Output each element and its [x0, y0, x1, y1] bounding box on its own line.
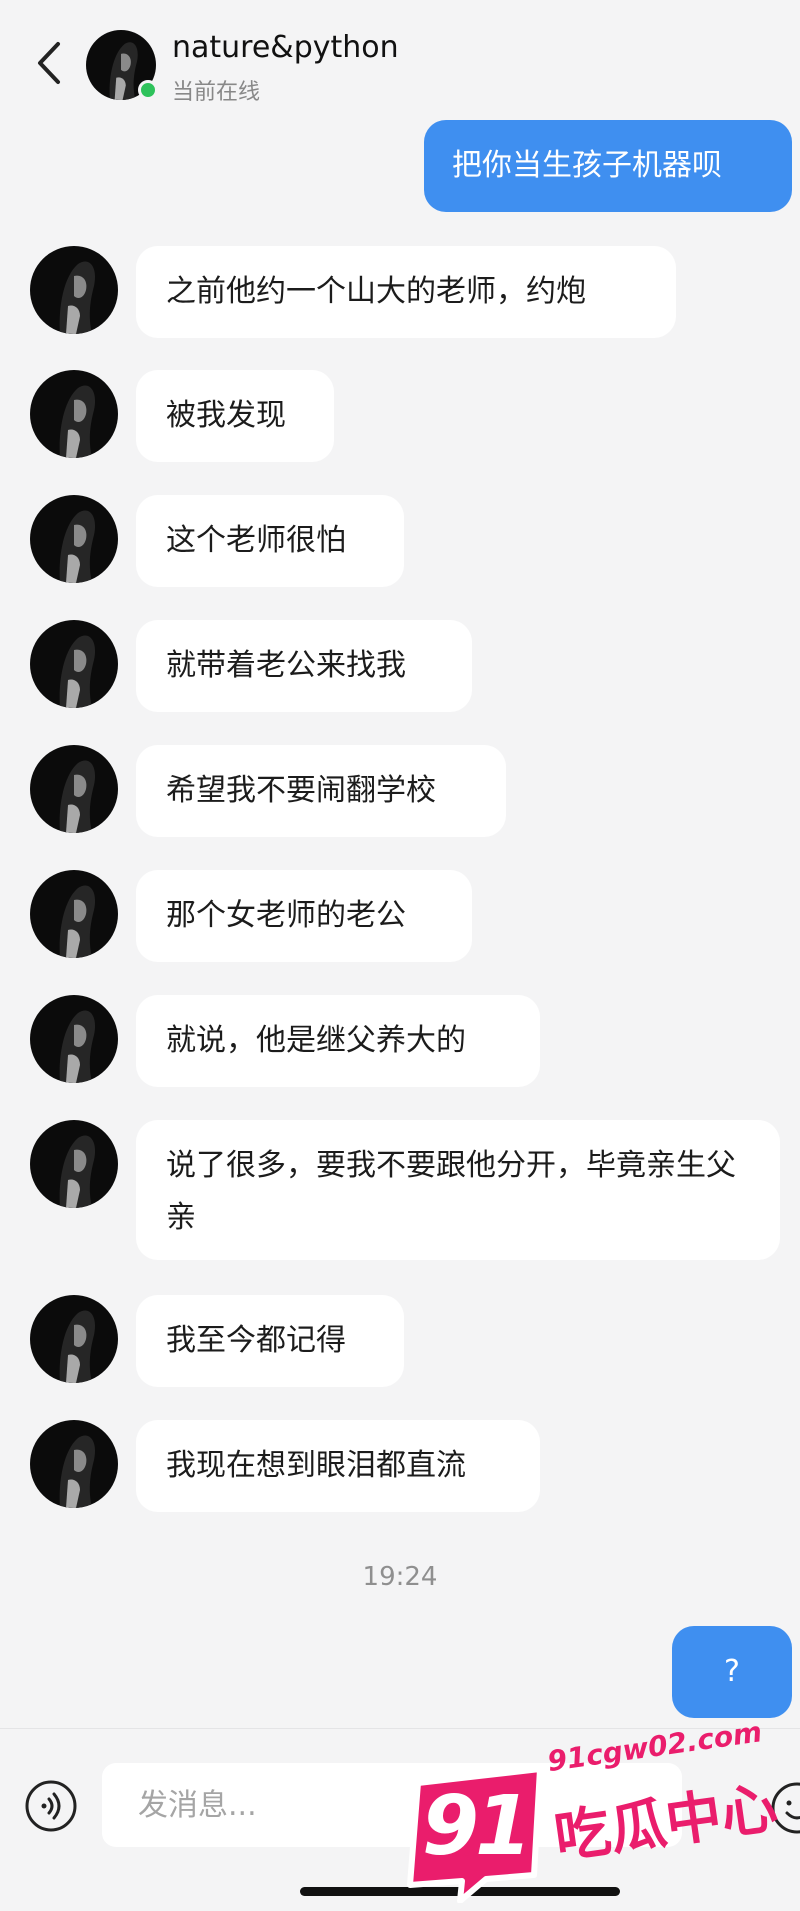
sender-avatar[interactable] [30, 620, 118, 708]
message-text: 之前他约一个山大的老师，约炮 [166, 274, 586, 309]
sender-avatar[interactable] [30, 870, 118, 958]
watermark-number: 91 [421, 1779, 532, 1874]
message-text: 被我发现 [166, 398, 286, 433]
message-timestamp: 19:24 [362, 1562, 438, 1592]
sender-avatar[interactable] [30, 246, 118, 334]
message-bubble-incoming[interactable]: 这个老师很怕 [136, 495, 404, 587]
message-text: 这个老师很怕 [166, 523, 346, 558]
message-text: 我至今都记得 [166, 1323, 346, 1358]
message-text: 就说，他是继父养大的 [166, 1023, 466, 1058]
message-bubble-incoming[interactable]: 那个女老师的老公 [136, 870, 472, 962]
message-text: 把你当生孩子机器呗 [452, 148, 722, 183]
message-text: 就带着老公来找我 [166, 648, 406, 683]
online-status-dot [138, 80, 158, 100]
watermark: 91 91cgw02.com 吃瓜中心 [400, 1715, 800, 1910]
message-text: ? [724, 1654, 740, 1689]
sender-avatar[interactable] [30, 995, 118, 1083]
message-bubble-incoming[interactable]: 之前他约一个山大的老师，约炮 [136, 246, 676, 338]
sender-avatar[interactable] [30, 1295, 118, 1383]
message-bubble-incoming[interactable]: 希望我不要闹翻学校 [136, 745, 506, 837]
message-text: 希望我不要闹翻学校 [166, 773, 436, 808]
contact-name[interactable]: nature&python [172, 30, 399, 65]
message-bubble-outgoing[interactable]: 把你当生孩子机器呗 [424, 120, 792, 212]
sender-avatar[interactable] [30, 1120, 118, 1208]
sender-avatar[interactable] [30, 495, 118, 583]
back-arrow-icon [38, 42, 60, 84]
voice-icon [25, 1780, 77, 1832]
message-bubble-incoming[interactable]: 我至今都记得 [136, 1295, 404, 1387]
message-bubble-incoming[interactable]: 被我发现 [136, 370, 334, 462]
sender-avatar[interactable] [30, 745, 118, 833]
message-text: 我现在想到眼泪都直流 [166, 1448, 466, 1483]
watermark-brand: 吃瓜中心 [550, 1775, 782, 1872]
message-bubble-incoming[interactable]: 我现在想到眼泪都直流 [136, 1420, 540, 1512]
voice-input-button[interactable] [24, 1779, 78, 1833]
message-text: 那个女老师的老公 [166, 898, 406, 933]
message-bubble-incoming[interactable]: 就带着老公来找我 [136, 620, 472, 712]
sender-avatar[interactable] [30, 1420, 118, 1508]
message-bubble-incoming[interactable]: 说了很多，要我不要跟他分开，毕竟亲生父亲 [136, 1120, 780, 1260]
message-text: 说了很多，要我不要跟他分开，毕竟亲生父亲 [166, 1148, 736, 1235]
sender-avatar[interactable] [30, 370, 118, 458]
message-bubble-incoming[interactable]: 就说，他是继父养大的 [136, 995, 540, 1087]
message-bubble-outgoing[interactable]: ? [672, 1626, 792, 1718]
chat-header: nature&python 当前在线 [0, 0, 800, 110]
back-button[interactable] [30, 38, 70, 88]
online-status-text: 当前在线 [172, 80, 261, 105]
